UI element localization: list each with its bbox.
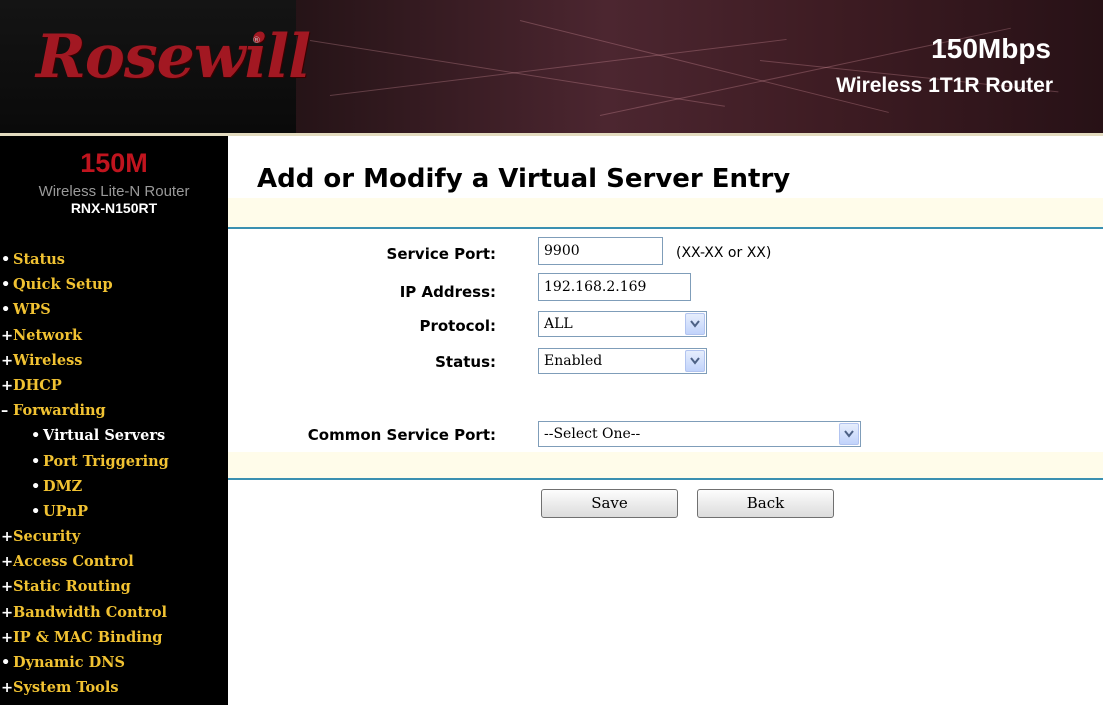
- menu-marker-icon: •: [1, 655, 11, 671]
- sidebar-item-dmz[interactable]: • DMZ: [0, 474, 228, 499]
- sidebar-item-label: Port Triggering: [43, 452, 169, 470]
- product-speed: 150Mbps: [931, 33, 1051, 64]
- sidebar-item-label: Static Routing: [13, 578, 131, 596]
- sidebar-item-label: Status: [13, 251, 65, 268]
- top-divider: [228, 227, 1103, 229]
- sidebar-item-bandwidth-control[interactable]: +Bandwidth Control: [0, 600, 228, 625]
- sidebar-item-label: Security: [13, 528, 81, 546]
- menu-marker-icon: •: [1, 302, 11, 319]
- sidebar-item-label: WPS: [13, 301, 51, 319]
- menu-marker-icon: +: [1, 377, 14, 394]
- sidebar-item-label: Access Control: [13, 553, 134, 571]
- status-select[interactable]: Enabled: [538, 348, 707, 374]
- sidebar-item-network[interactable]: +Network: [0, 323, 228, 348]
- menu-marker-icon: •: [31, 453, 41, 470]
- service-port-hint: (XX-XX or XX): [676, 245, 772, 261]
- model-type: Wireless Lite-N Router: [38, 183, 190, 200]
- menu-marker-icon: +: [1, 554, 14, 571]
- logo-area: Rosewill ®: [0, 0, 311, 133]
- status-selected: Enabled: [544, 353, 603, 369]
- menu-marker-icon: •: [31, 503, 41, 520]
- menu-marker-icon: •: [31, 478, 41, 495]
- protocol-select[interactable]: ALL: [538, 311, 707, 337]
- sidebar-item-label: UPnP: [43, 502, 88, 520]
- sidebar-item-label: DMZ: [43, 477, 83, 495]
- chevron-down-icon[interactable]: [839, 423, 859, 445]
- registered-mark: ®: [252, 36, 261, 46]
- menu-marker-icon: –: [1, 403, 9, 420]
- sidebar-item-access-control[interactable]: +Access Control: [0, 549, 228, 574]
- menu-marker-icon: +: [1, 629, 14, 646]
- protocol-label: Protocol:: [419, 317, 496, 335]
- sidebar: 150M Wireless Lite-N Router RNX-N150RT •…: [0, 136, 228, 705]
- title-band: [228, 198, 1103, 227]
- page-title: Add or Modify a Virtual Server Entry: [257, 164, 791, 194]
- chevron-down-icon[interactable]: [685, 313, 705, 335]
- sidebar-item-label: Bandwidth Control: [13, 603, 168, 621]
- protocol-selected: ALL: [544, 316, 573, 332]
- ip-address-label: IP Address:: [399, 283, 496, 301]
- sidebar-item-label: DHCP: [13, 376, 62, 394]
- sidebar-menu: • Status • Quick Setup • WPS +Network +Wireless…: [0, 247, 228, 700]
- menu-marker-icon: •: [1, 252, 11, 268]
- sidebar-item-dhcp[interactable]: +DHCP: [0, 373, 228, 398]
- brand-logo: Rosewill: [36, 22, 311, 92]
- sidebar-item-label: Wireless: [13, 351, 83, 369]
- bottom-divider: [228, 478, 1103, 480]
- menu-marker-icon: •: [31, 428, 41, 445]
- model-speed: 150M: [80, 148, 148, 178]
- menu-marker-icon: +: [1, 579, 14, 596]
- service-port-label: Service Port:: [386, 245, 496, 263]
- sidebar-item-static-routing[interactable]: +Static Routing: [0, 574, 228, 599]
- sidebar-item-system-tools[interactable]: +System Tools: [0, 675, 228, 700]
- sidebar-item-ip-mac-binding[interactable]: +IP & MAC Binding: [0, 625, 228, 650]
- sidebar-item-label: Quick Setup: [13, 276, 113, 294]
- sidebar-item-wps[interactable]: • WPS: [0, 297, 228, 322]
- sidebar-item-wireless[interactable]: +Wireless: [0, 348, 228, 373]
- sidebar-item-upnp[interactable]: • UPnP: [0, 499, 228, 524]
- save-button[interactable]: Save: [541, 489, 678, 518]
- back-button[interactable]: Back: [697, 489, 834, 518]
- ip-address-input[interactable]: 192.168.2.169: [538, 273, 691, 301]
- common-service-port-selected: --Select One--: [544, 426, 641, 442]
- sidebar-item-label: Network: [13, 326, 83, 344]
- chevron-down-icon[interactable]: [685, 350, 705, 372]
- sidebar-item-forwarding[interactable]: – Forwarding: [0, 398, 228, 423]
- form-footer-band: [228, 452, 1103, 478]
- common-service-port-label: Common Service Port:: [307, 426, 496, 444]
- menu-marker-icon: •: [1, 277, 11, 294]
- menu-marker-icon: +: [1, 604, 14, 621]
- menu-marker-icon: +: [1, 529, 14, 546]
- sidebar-item-dynamic-dns[interactable]: • Dynamic DNS: [0, 650, 228, 675]
- sidebar-item-virtual-servers[interactable]: • Virtual Servers: [0, 423, 228, 448]
- product-name: Wireless 1T1R Router: [836, 74, 1053, 97]
- sidebar-item-label: Dynamic DNS: [13, 654, 125, 671]
- sidebar-item-label: IP & MAC Binding: [13, 628, 163, 646]
- menu-marker-icon: +: [1, 327, 14, 344]
- menu-marker-icon: +: [1, 352, 14, 369]
- header-banner: Rosewill ® 150Mbps Wireless 1T1R Router: [0, 0, 1103, 133]
- sidebar-item-port-triggering[interactable]: • Port Triggering: [0, 449, 228, 474]
- sidebar-item-label: Virtual Servers: [43, 427, 166, 445]
- menu-marker-icon: +: [1, 680, 14, 697]
- sidebar-item-security[interactable]: +Security: [0, 524, 228, 549]
- service-port-input[interactable]: 9900: [538, 237, 663, 265]
- sidebar-item-status[interactable]: • Status: [0, 247, 228, 272]
- status-label: Status:: [435, 353, 496, 371]
- sidebar-item-label: System Tools: [13, 679, 119, 697]
- sidebar-item-quick-setup[interactable]: • Quick Setup: [0, 272, 228, 297]
- common-service-port-select[interactable]: --Select One--: [538, 421, 861, 447]
- model-code: RNX-N150RT: [70, 200, 158, 216]
- sidebar-item-label: Forwarding: [13, 402, 106, 420]
